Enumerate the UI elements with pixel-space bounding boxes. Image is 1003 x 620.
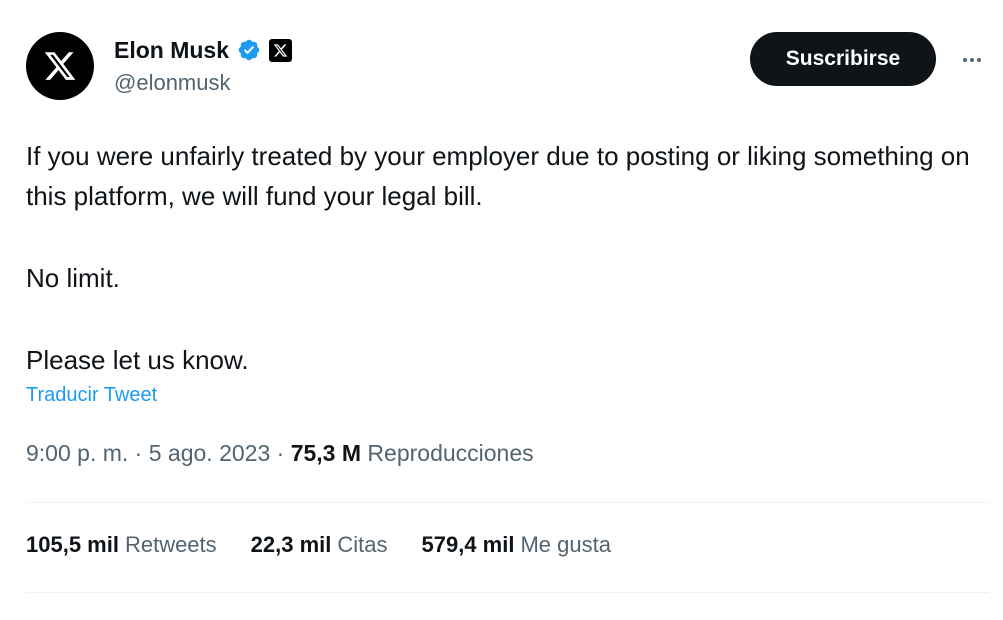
tweet-header: Elon Musk @elonmusk Suscribirse [26, 30, 985, 102]
tweet-paragraph: Please let us know. [26, 345, 249, 375]
subscribe-button[interactable]: Suscribirse [750, 32, 936, 86]
divider [26, 592, 989, 593]
retweets-count: 105,5 mil [26, 532, 119, 557]
verified-badge-icon[interactable] [237, 38, 261, 62]
meta-separator: · [276, 440, 285, 466]
x-badge-icon[interactable] [269, 38, 293, 62]
views-count: 75,3 M [290, 440, 362, 466]
likes-stat[interactable]: 579,4 mil Me gusta [422, 532, 611, 558]
retweets-stat[interactable]: 105,5 mil Retweets [26, 532, 217, 558]
quotes-label: Citas [337, 532, 388, 557]
tweet-text: If you were unfairly treated by your emp… [26, 136, 986, 380]
tweet-stats: 105,5 mil Retweets 22,3 mil Citas 579,4 … [26, 532, 645, 558]
x-logo-icon [44, 52, 76, 80]
tweet-time[interactable]: 9:00 p. m. [26, 440, 128, 466]
tweet-date[interactable]: 5 ago. 2023 [149, 440, 271, 466]
views-label: Reproducciones [367, 440, 534, 466]
tweet-meta: 9:00 p. m. · 5 ago. 2023 · 75,3 M Reprod… [26, 440, 534, 467]
meta-separator: · [134, 440, 143, 466]
handle[interactable]: @elonmusk [114, 70, 292, 96]
retweets-label: Retweets [124, 532, 217, 557]
avatar[interactable] [26, 32, 94, 100]
tweet-paragraph: No limit. [26, 263, 120, 293]
author-info: Elon Musk @elonmusk [114, 34, 293, 96]
likes-count: 579,4 mil [421, 532, 515, 557]
quotes-count: 22,3 mil [250, 532, 332, 557]
more-dots-icon[interactable] [956, 44, 988, 76]
translate-tweet-link[interactable]: Traducir Tweet [26, 384, 157, 407]
display-name[interactable]: Elon Musk [114, 37, 229, 64]
divider [26, 502, 989, 503]
tweet-paragraph: If you were unfairly treated by your emp… [26, 141, 970, 211]
quotes-stat[interactable]: 22,3 mil Citas [251, 532, 388, 558]
likes-label: Me gusta [520, 532, 611, 557]
